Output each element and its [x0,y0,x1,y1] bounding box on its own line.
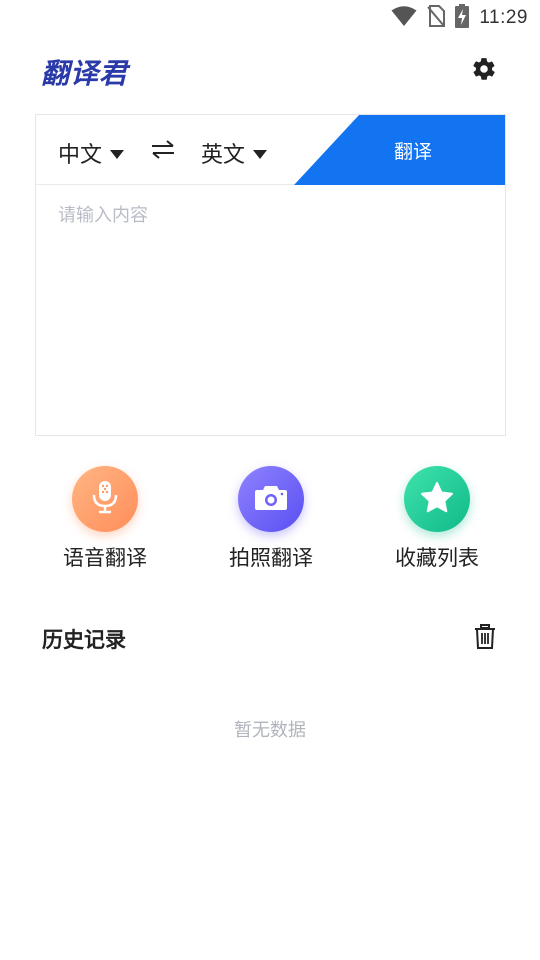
clear-history-button[interactable] [474,624,496,650]
translate-button-label: 翻译 [394,141,433,163]
language-bar: 中文 英文 翻译 [36,115,505,185]
status-bar: 11:29 [0,0,540,36]
camera-icon [254,483,288,515]
battery-charging-icon [455,4,470,32]
favorites-circle [404,466,470,532]
source-language-label: 中文 [58,143,103,168]
photo-translate-circle [238,466,304,532]
target-language-label: 英文 [201,143,246,168]
caret-down-icon [253,150,268,159]
photo-translate-button[interactable]: 拍照翻译 [206,466,336,572]
no-sim-icon [427,5,446,31]
voice-translate-button[interactable]: 语音翻译 [40,466,170,572]
gear-icon [471,56,497,86]
source-language-select[interactable]: 中文 [58,137,125,169]
settings-button[interactable] [470,57,498,85]
swap-arrows-icon [150,140,176,165]
voice-translate-circle [72,466,138,532]
status-time: 11:29 [479,7,528,28]
target-language-select[interactable]: 英文 [201,137,268,169]
trash-icon [474,624,496,654]
translate-button[interactable]: 翻译 [294,115,505,185]
translate-card: 中文 英文 翻译 [35,114,506,436]
status-icons: 11:29 [391,4,528,32]
photo-translate-label: 拍照翻译 [229,546,313,570]
caret-down-icon [110,150,125,159]
microphone-icon [90,480,120,518]
source-text-input[interactable] [36,186,505,435]
favorites-button[interactable]: 收藏列表 [372,466,502,572]
wifi-icon [391,5,417,31]
star-icon [420,481,454,517]
history-empty-text: 暂无数据 [234,720,306,741]
app-logo: 翻译君 [41,57,129,90]
history-title: 历史记录 [42,628,126,652]
favorites-label: 收藏列表 [395,546,479,570]
swap-languages-button[interactable] [150,139,176,161]
voice-translate-label: 语音翻译 [63,546,147,570]
